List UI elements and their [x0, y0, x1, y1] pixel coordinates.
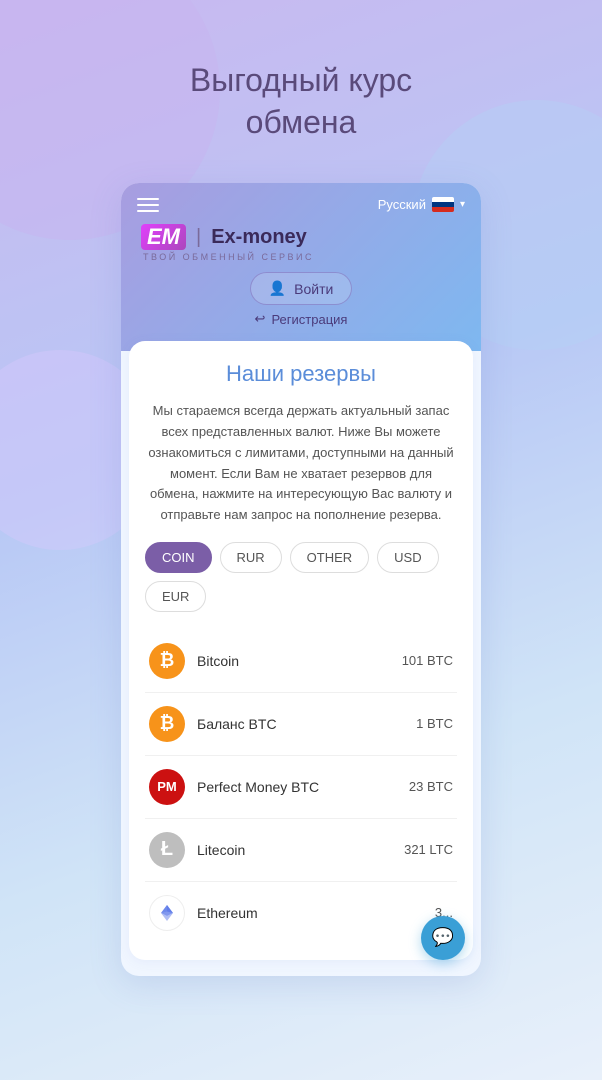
user-icon: 👤	[269, 280, 286, 297]
login-button[interactable]: 👤 Войти	[250, 272, 353, 305]
phone-card: Русский ▾ EM | Ex-money ТВОЙ ОБМЕННЫЙ СЕ…	[121, 183, 481, 976]
bitcoin-name: Bitcoin	[197, 653, 390, 669]
chevron-down-icon: ▾	[460, 199, 465, 210]
flag-stripe-red	[432, 207, 454, 212]
hero-title: Выгодный курс обмена	[190, 60, 412, 143]
litecoin-icon: Ł	[149, 832, 185, 868]
chat-icon: 💬	[432, 927, 454, 948]
litecoin-name: Litecoin	[197, 842, 392, 858]
filter-tab-eur[interactable]: EUR	[145, 581, 206, 612]
filter-tab-coin[interactable]: COIN	[145, 542, 212, 573]
filter-tab-usd[interactable]: USD	[377, 542, 438, 573]
lang-label: Русский	[378, 197, 426, 212]
bitcoin-amount: 101 BTC	[402, 653, 453, 668]
litecoin-amount: 321 LTC	[404, 842, 453, 857]
em-logo-badge: EM	[141, 224, 186, 250]
hamburger-line-2	[137, 204, 159, 206]
section-description: Мы стараемся всегда держать актуальный з…	[145, 401, 457, 526]
register-label: Регистрация	[271, 312, 347, 327]
balance-btc-amount: 1 BTC	[416, 716, 453, 731]
perfect-money-amount: 23 BTC	[409, 779, 453, 794]
brand-divider: |	[196, 226, 201, 249]
brand-name-text: Ex-money	[211, 226, 307, 249]
ethereum-icon	[149, 895, 185, 931]
perfect-money-name: Perfect Money BTC	[197, 779, 397, 795]
language-selector[interactable]: Русский ▾	[378, 197, 465, 212]
filter-tab-rur[interactable]: RUR	[220, 542, 282, 573]
content-area: Наши резервы Мы стараемся всегда держать…	[129, 341, 473, 960]
register-link[interactable]: ↩ Регистрация	[137, 311, 465, 327]
balance-btc-icon: ₿	[149, 706, 185, 742]
phone-header: Русский ▾ EM | Ex-money ТВОЙ ОБМЕННЫЙ СЕ…	[121, 183, 481, 351]
list-item[interactable]: PM Perfect Money BTC 23 BTC	[145, 756, 457, 819]
page-wrapper: Выгодный курс обмена Русский	[0, 0, 602, 1080]
chat-fab-button[interactable]: 💬	[421, 916, 465, 960]
hero-title-line1: Выгодный курс	[190, 62, 412, 98]
bitcoin-icon: ₿	[149, 643, 185, 679]
hamburger-menu[interactable]	[137, 198, 159, 212]
list-item[interactable]: Ł Litecoin 321 LTC	[145, 819, 457, 882]
currency-list: ₿ Bitcoin 101 BTC ₿ Баланс BTC 1 BTC PM …	[145, 630, 457, 944]
list-item[interactable]: ₿ Bitcoin 101 BTC	[145, 630, 457, 693]
filter-tabs: COIN RUR OTHER USD EUR	[145, 542, 457, 612]
balance-btc-name: Баланс BTC	[197, 716, 404, 732]
perfect-money-icon: PM	[149, 769, 185, 805]
register-icon: ↩	[255, 311, 266, 327]
list-item[interactable]: ₿ Баланс BTC 1 BTC	[145, 693, 457, 756]
russia-flag	[432, 197, 454, 212]
brand-area: EM | Ex-money ТВОЙ ОБМЕННЫЙ СЕРВИС	[141, 224, 465, 262]
hamburger-line-3	[137, 210, 159, 212]
section-title: Наши резервы	[145, 361, 457, 387]
ethereum-name: Ethereum	[197, 905, 423, 921]
hamburger-line-1	[137, 198, 159, 200]
filter-tab-other[interactable]: OTHER	[290, 542, 370, 573]
header-top: Русский ▾	[137, 197, 465, 212]
list-item[interactable]: Ethereum 3...	[145, 882, 457, 944]
brand-tagline: ТВОЙ ОБМЕННЫЙ СЕРВИС	[143, 252, 314, 262]
hero-title-line2: обмена	[246, 104, 357, 140]
login-button-label: Войти	[294, 281, 333, 297]
brand-logo: EM | Ex-money	[141, 224, 307, 250]
